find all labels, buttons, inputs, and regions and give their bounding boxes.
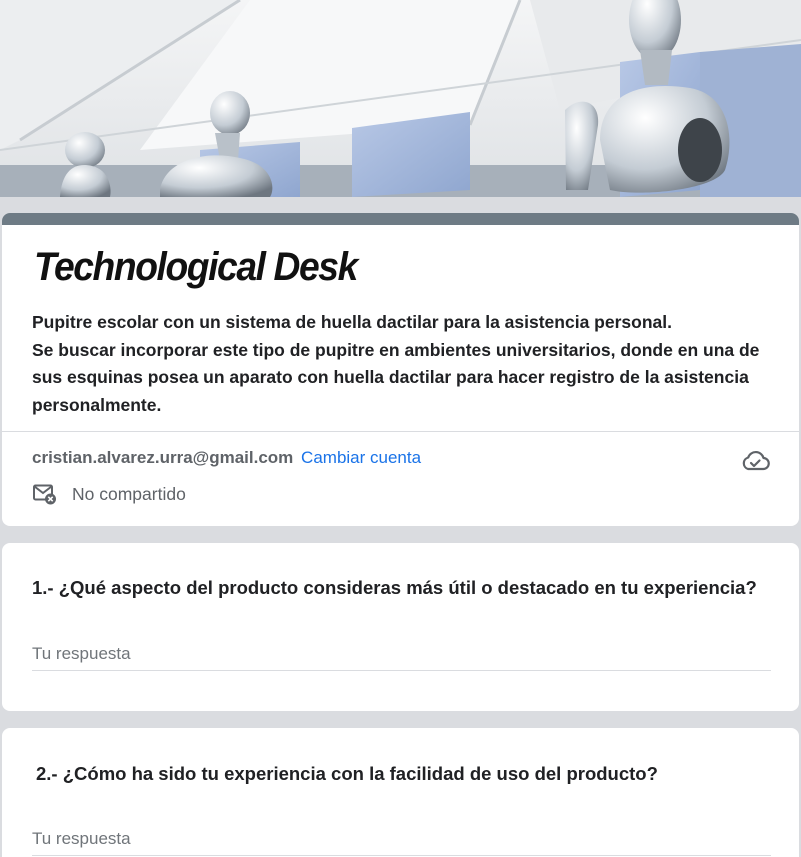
form-title: Technological Desk xyxy=(34,245,358,289)
question-card-2: 2.- ¿Cómo ha sido tu experiencia con la … xyxy=(2,728,799,857)
answer-input[interactable] xyxy=(32,639,771,671)
question-title: 1.- ¿Qué aspecto del producto consideras… xyxy=(32,577,757,598)
form-accent-bar xyxy=(2,213,799,225)
mail-not-shared-icon xyxy=(33,484,56,505)
question-card-1: 1.- ¿Qué aspecto del producto consideras… xyxy=(2,543,799,711)
switch-account-link[interactable]: Cambiar cuenta xyxy=(301,448,421,467)
header-divider xyxy=(2,431,799,432)
header-banner-image xyxy=(0,0,801,197)
robots-illustration xyxy=(0,0,801,197)
form-description-line: personalmente. xyxy=(32,394,162,415)
share-status-row: No compartido xyxy=(32,482,186,506)
answer-input[interactable] xyxy=(32,824,771,856)
account-row: cristian.alvarez.urra@gmail.com Cambiar … xyxy=(32,448,421,470)
form-description-line: Pupitre escolar con un sistema de huella… xyxy=(32,312,672,332)
question-title: 2.- ¿Cómo ha sido tu experiencia con la … xyxy=(36,763,658,784)
share-status-text: No compartido xyxy=(72,483,186,504)
form-description: Pupitre escolar con un sistema de huella… xyxy=(32,309,772,419)
cloud-check-icon xyxy=(742,451,770,471)
form-description-line: sus esquinas posea un aparato con huella… xyxy=(32,367,749,387)
account-email: cristian.alvarez.urra@gmail.com xyxy=(32,448,294,467)
form-description-line: Se buscar incorporar este tipo de pupitr… xyxy=(32,339,760,360)
form-header-card: Technological Desk Pupitre escolar con u… xyxy=(2,213,799,526)
